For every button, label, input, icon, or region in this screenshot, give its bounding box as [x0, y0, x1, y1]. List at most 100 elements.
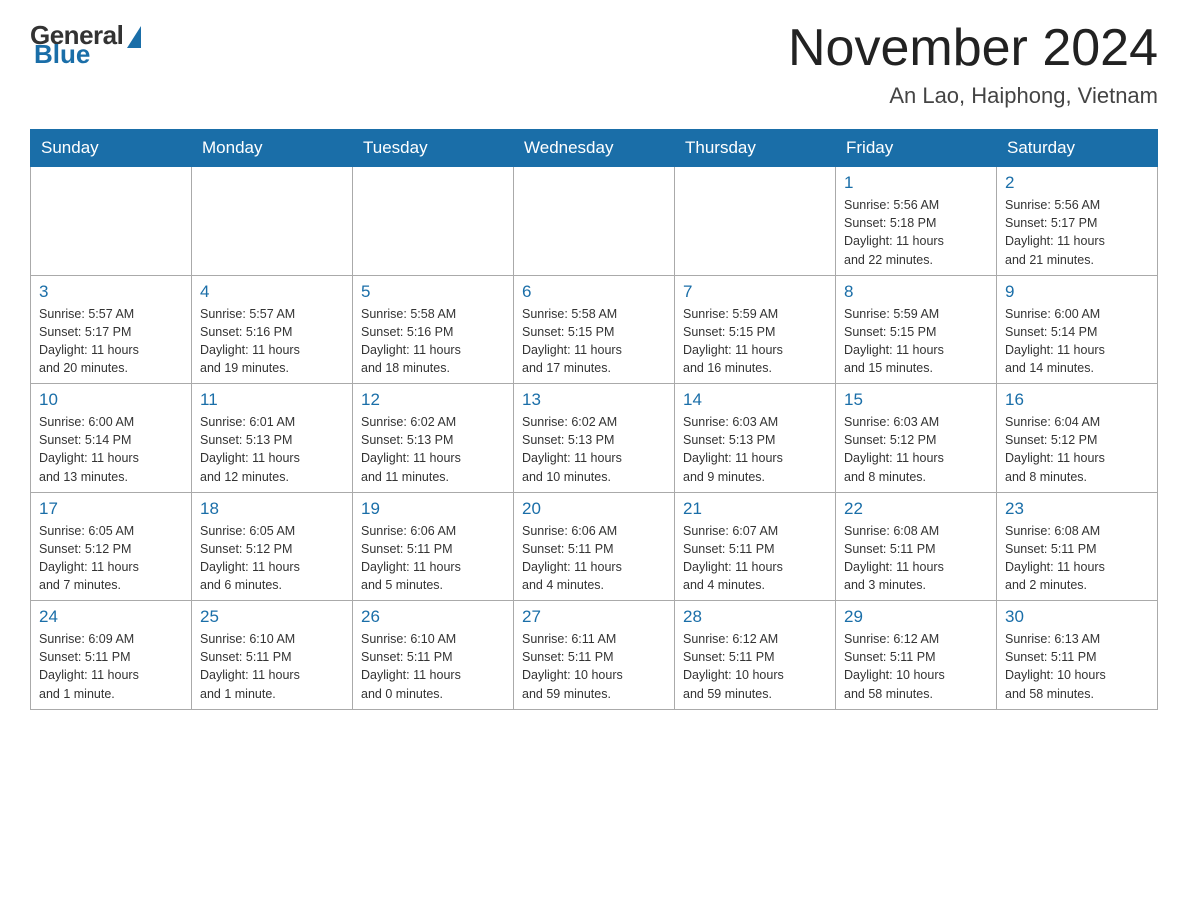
- day-number: 26: [361, 607, 505, 627]
- day-number: 19: [361, 499, 505, 519]
- day-number: 4: [200, 282, 344, 302]
- day-cell: 3Sunrise: 5:57 AMSunset: 5:17 PMDaylight…: [31, 275, 192, 384]
- weekday-header-friday: Friday: [836, 130, 997, 167]
- day-info: Sunrise: 6:13 AMSunset: 5:11 PMDaylight:…: [1005, 630, 1149, 703]
- day-number: 11: [200, 390, 344, 410]
- day-number: 10: [39, 390, 183, 410]
- day-cell: 18Sunrise: 6:05 AMSunset: 5:12 PMDayligh…: [192, 492, 353, 601]
- day-cell: 5 Sunrise: 5:58 AMSunset: 5:16 PMDaylight…: [353, 275, 514, 384]
- day-cell: 12 Sunrise: 6:02 AMSunset: 5:13 PMDayligh…: [353, 384, 514, 493]
- day-cell: 15 Sunrise: 6:03 AMSunset: 5:12 PMDayligh…: [836, 384, 997, 493]
- day-cell: 14Sunrise: 6:03 AMSunset: 5:13 PMDayligh…: [675, 384, 836, 493]
- day-number: 12: [361, 390, 505, 410]
- day-number: 22: [844, 499, 988, 519]
- day-cell: 4 Sunrise: 5:57 AMSunset: 5:16 PMDaylight…: [192, 275, 353, 384]
- day-cell: 21 Sunrise: 6:07 AMSunset: 5:11 PMDayligh…: [675, 492, 836, 601]
- weekday-header-tuesday: Tuesday: [353, 130, 514, 167]
- day-cell: [31, 167, 192, 276]
- location-subtitle: An Lao, Haiphong, Vietnam: [788, 83, 1158, 109]
- day-cell: 22Sunrise: 6:08 AMSunset: 5:11 PMDayligh…: [836, 492, 997, 601]
- day-number: 29: [844, 607, 988, 627]
- weekday-header-saturday: Saturday: [997, 130, 1158, 167]
- weekday-header-monday: Monday: [192, 130, 353, 167]
- day-info: Sunrise: 6:06 AMSunset: 5:11 PMDaylight:…: [522, 522, 666, 595]
- day-cell: 23 Sunrise: 6:08 AMSunset: 5:11 PMDayligh…: [997, 492, 1158, 601]
- day-cell: 20Sunrise: 6:06 AMSunset: 5:11 PMDayligh…: [514, 492, 675, 601]
- logo-triangle-icon: [127, 26, 141, 48]
- title-area: November 2024 An Lao, Haiphong, Vietnam: [788, 20, 1158, 109]
- logo-blue-text: Blue: [34, 39, 90, 70]
- day-cell: 27 Sunrise: 6:11 AMSunset: 5:11 PMDayligh…: [514, 601, 675, 710]
- day-info: Sunrise: 6:00 AMSunset: 5:14 PMDaylight:…: [39, 413, 183, 486]
- day-info: Sunrise: 6:12 AMSunset: 5:11 PMDaylight:…: [683, 630, 827, 703]
- month-year-title: November 2024: [788, 20, 1158, 77]
- day-number: 2: [1005, 173, 1149, 193]
- day-cell: 13Sunrise: 6:02 AMSunset: 5:13 PMDayligh…: [514, 384, 675, 493]
- day-cell: 24Sunrise: 6:09 AMSunset: 5:11 PMDayligh…: [31, 601, 192, 710]
- weekday-header-row: SundayMondayTuesdayWednesdayThursdayFrid…: [31, 130, 1158, 167]
- day-number: 5: [361, 282, 505, 302]
- day-number: 15: [844, 390, 988, 410]
- day-cell: 1Sunrise: 5:56 AMSunset: 5:18 PMDaylight…: [836, 167, 997, 276]
- day-cell: 9 Sunrise: 6:00 AMSunset: 5:14 PMDaylight…: [997, 275, 1158, 384]
- day-info: Sunrise: 6:08 AMSunset: 5:11 PMDaylight:…: [1005, 522, 1149, 595]
- day-cell: 16Sunrise: 6:04 AMSunset: 5:12 PMDayligh…: [997, 384, 1158, 493]
- day-info: Sunrise: 5:57 AMSunset: 5:16 PMDaylight:…: [200, 305, 344, 378]
- day-info: Sunrise: 6:07 AMSunset: 5:11 PMDaylight:…: [683, 522, 827, 595]
- day-number: 9: [1005, 282, 1149, 302]
- day-cell: 25 Sunrise: 6:10 AMSunset: 5:11 PMDayligh…: [192, 601, 353, 710]
- day-cell: 30 Sunrise: 6:13 AMSunset: 5:11 PMDayligh…: [997, 601, 1158, 710]
- day-cell: 10 Sunrise: 6:00 AMSunset: 5:14 PMDayligh…: [31, 384, 192, 493]
- day-cell: 2 Sunrise: 5:56 AMSunset: 5:17 PMDaylight…: [997, 167, 1158, 276]
- day-number: 8: [844, 282, 988, 302]
- day-cell: 29 Sunrise: 6:12 AMSunset: 5:11 PMDayligh…: [836, 601, 997, 710]
- day-info: Sunrise: 6:06 AMSunset: 5:11 PMDaylight:…: [361, 522, 505, 595]
- day-cell: 6Sunrise: 5:58 AMSunset: 5:15 PMDaylight…: [514, 275, 675, 384]
- day-info: Sunrise: 6:10 AMSunset: 5:11 PMDaylight:…: [200, 630, 344, 703]
- header: General Blue November 2024 An Lao, Haiph…: [30, 20, 1158, 109]
- day-info: Sunrise: 6:09 AMSunset: 5:11 PMDaylight:…: [39, 630, 183, 703]
- day-info: Sunrise: 6:00 AMSunset: 5:14 PMDaylight:…: [1005, 305, 1149, 378]
- day-cell: 26 Sunrise: 6:10 AMSunset: 5:11 PMDayligh…: [353, 601, 514, 710]
- day-info: Sunrise: 6:02 AMSunset: 5:13 PMDaylight:…: [361, 413, 505, 486]
- day-info: Sunrise: 6:11 AMSunset: 5:11 PMDaylight:…: [522, 630, 666, 703]
- day-info: Sunrise: 6:03 AMSunset: 5:12 PMDaylight:…: [844, 413, 988, 486]
- day-cell: 11 Sunrise: 6:01 AMSunset: 5:13 PMDayligh…: [192, 384, 353, 493]
- day-cell: 28 Sunrise: 6:12 AMSunset: 5:11 PMDayligh…: [675, 601, 836, 710]
- day-number: 21: [683, 499, 827, 519]
- week-row-3: 10 Sunrise: 6:00 AMSunset: 5:14 PMDayligh…: [31, 384, 1158, 493]
- day-number: 25: [200, 607, 344, 627]
- day-number: 30: [1005, 607, 1149, 627]
- week-row-1: 1Sunrise: 5:56 AMSunset: 5:18 PMDaylight…: [31, 167, 1158, 276]
- day-info: Sunrise: 6:05 AMSunset: 5:12 PMDaylight:…: [39, 522, 183, 595]
- day-number: 14: [683, 390, 827, 410]
- day-info: Sunrise: 6:04 AMSunset: 5:12 PMDaylight:…: [1005, 413, 1149, 486]
- week-row-5: 24Sunrise: 6:09 AMSunset: 5:11 PMDayligh…: [31, 601, 1158, 710]
- day-info: Sunrise: 6:01 AMSunset: 5:13 PMDaylight:…: [200, 413, 344, 486]
- day-cell: 19 Sunrise: 6:06 AMSunset: 5:11 PMDayligh…: [353, 492, 514, 601]
- weekday-header-sunday: Sunday: [31, 130, 192, 167]
- day-cell: [514, 167, 675, 276]
- day-number: 23: [1005, 499, 1149, 519]
- day-info: Sunrise: 6:12 AMSunset: 5:11 PMDaylight:…: [844, 630, 988, 703]
- day-info: Sunrise: 5:58 AMSunset: 5:15 PMDaylight:…: [522, 305, 666, 378]
- day-info: Sunrise: 5:59 AMSunset: 5:15 PMDaylight:…: [844, 305, 988, 378]
- day-number: 28: [683, 607, 827, 627]
- day-cell: [675, 167, 836, 276]
- day-number: 27: [522, 607, 666, 627]
- day-cell: [353, 167, 514, 276]
- logo: General Blue: [30, 20, 141, 70]
- day-info: Sunrise: 5:56 AMSunset: 5:18 PMDaylight:…: [844, 196, 988, 269]
- weekday-header-wednesday: Wednesday: [514, 130, 675, 167]
- calendar-table: SundayMondayTuesdayWednesdayThursdayFrid…: [30, 129, 1158, 710]
- day-cell: 7Sunrise: 5:59 AMSunset: 5:15 PMDaylight…: [675, 275, 836, 384]
- day-info: Sunrise: 5:58 AMSunset: 5:16 PMDaylight:…: [361, 305, 505, 378]
- week-row-2: 3Sunrise: 5:57 AMSunset: 5:17 PMDaylight…: [31, 275, 1158, 384]
- day-cell: 17 Sunrise: 6:05 AMSunset: 5:12 PMDayligh…: [31, 492, 192, 601]
- day-info: Sunrise: 5:59 AMSunset: 5:15 PMDaylight:…: [683, 305, 827, 378]
- day-number: 18: [200, 499, 344, 519]
- week-row-4: 17 Sunrise: 6:05 AMSunset: 5:12 PMDayligh…: [31, 492, 1158, 601]
- day-number: 17: [39, 499, 183, 519]
- day-info: Sunrise: 6:10 AMSunset: 5:11 PMDaylight:…: [361, 630, 505, 703]
- day-info: Sunrise: 5:56 AMSunset: 5:17 PMDaylight:…: [1005, 196, 1149, 269]
